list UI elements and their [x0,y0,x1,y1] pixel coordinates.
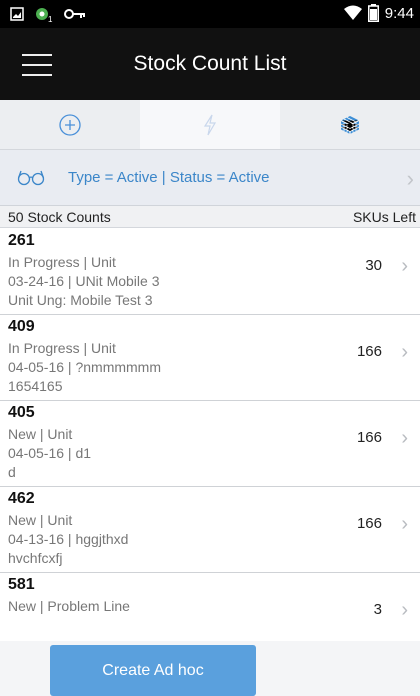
stock-count-id: 581 [8,576,35,593]
stock-count-extra: Unit Ung: Mobile Test 3 [8,292,153,308]
stock-count-extra: d [8,464,16,480]
stock-count-status: New | Unit [8,512,73,528]
stock-count-status: New | Problem Line [8,598,130,614]
list-item[interactable]: 405 New | Unit 04-05-16 | d1 d 166 › [0,401,420,487]
filter-bar[interactable]: Type = Active | Status = Active › [0,150,420,206]
plus-circle-icon [59,114,81,136]
list-item[interactable]: 409 In Progress | Unit 04-05-16 | ?nmmmm… [0,315,420,401]
wifi-icon [343,5,362,20]
chevron-right-icon: › [401,513,408,535]
stock-count-id: 261 [8,232,35,249]
tab-cube[interactable] [280,100,420,150]
list-header: 50 Stock Counts SKUs Left [0,206,420,228]
list-item[interactable]: 261 In Progress | Unit 03-24-16 | UNit M… [0,229,420,315]
skus-left-value: 3 [373,601,382,618]
svg-text:1: 1 [48,15,53,23]
skus-left-value: 30 [365,257,382,274]
chevron-right-icon: › [401,599,408,621]
stock-count-total: 50 Stock Counts [8,209,111,225]
create-ad-hoc-button[interactable]: Create Ad hoc [50,645,256,696]
chevron-right-icon: › [401,255,408,277]
stock-count-status: New | Unit [8,426,73,442]
list-item[interactable]: 462 New | Unit 04-13-16 | hggjthxd hvchf… [0,487,420,573]
status-left-icons: 1 [10,5,86,23]
app-bar: Stock Count List [0,28,420,100]
cube-icon [340,116,360,134]
stock-count-id: 462 [8,490,35,507]
bottom-action-bar: Create Ad hoc [0,641,420,696]
stock-count-date-description: 04-05-16 | ?nmmmmmm [8,359,162,375]
page-title: Stock Count List [133,52,287,75]
stock-count-status: In Progress | Unit [8,340,116,356]
stock-count-date-description: 03-24-16 | UNit Mobile 3 [8,273,160,289]
image-notification-icon [10,7,24,21]
tab-flash[interactable] [140,100,280,150]
status-bar: 1 9:44 [0,0,420,28]
stock-count-status: In Progress | Unit [8,254,116,270]
skus-left-value: 166 [356,515,382,532]
stock-count-id: 405 [8,404,35,421]
tab-add[interactable] [0,100,140,150]
key-icon [64,9,85,19]
stock-count-extra: hvchfcxfj [8,550,63,566]
app-notification-icon: 1 [36,8,53,23]
chevron-right-icon: › [406,166,414,191]
glasses-icon [17,170,45,186]
battery-icon [367,4,379,22]
stock-count-extra: 1654165 [8,378,63,394]
stock-count-date-description: 04-05-16 | d1 [8,445,92,461]
filter-summary: Type = Active | Status = Active [68,169,270,186]
lightning-icon [203,114,217,136]
status-right: 9:44 [343,4,414,22]
list-item[interactable]: 581 New | Problem Line 3 › [0,573,420,641]
chevron-right-icon: › [401,427,408,449]
chevron-right-icon: › [401,341,408,363]
skus-left-value: 166 [356,343,382,360]
skus-left-column-label: SKUs Left [352,209,416,225]
stock-count-list[interactable]: 261 In Progress | Unit 03-24-16 | UNit M… [0,229,420,641]
tab-row [0,100,420,150]
clock: 9:44 [384,4,414,22]
stock-count-id: 409 [8,318,35,335]
stock-count-date-description: 04-13-16 | hggjthxd [8,531,129,547]
skus-left-value: 166 [356,429,382,446]
